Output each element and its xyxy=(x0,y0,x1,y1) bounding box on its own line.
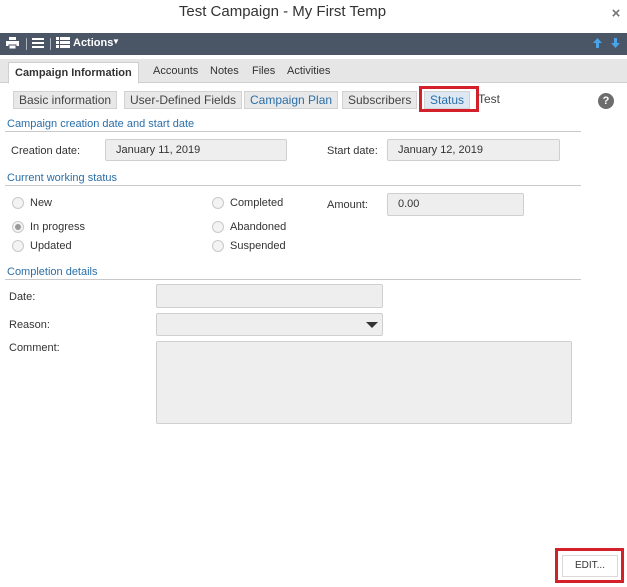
radio-label-suspended: Suspended xyxy=(230,240,286,252)
subtab-campaign-plan[interactable]: Campaign Plan xyxy=(244,91,339,109)
tab-campaign-information[interactable]: Campaign Information xyxy=(8,62,139,84)
status-tab-highlight xyxy=(419,86,479,112)
radio-label-completed: Completed xyxy=(230,197,284,209)
window-title: Test Campaign - My First Temp xyxy=(178,3,387,20)
radio-new[interactable] xyxy=(12,197,24,209)
section-divider xyxy=(5,131,581,132)
list-icon[interactable] xyxy=(32,37,44,52)
start-date-label: Start date: xyxy=(327,145,378,157)
radio-label-abandoned: Abandoned xyxy=(230,221,287,233)
creation-date-field[interactable]: January 11, 2019 xyxy=(105,139,287,161)
amount-field[interactable]: 0.00 xyxy=(387,193,524,216)
subtab-subscribers[interactable]: Subscribers xyxy=(342,91,418,109)
print-icon[interactable] xyxy=(6,37,19,53)
section-title-status: Current working status xyxy=(7,172,118,184)
radio-suspended[interactable] xyxy=(212,240,224,252)
tab-activities[interactable]: Activities xyxy=(283,63,334,83)
radio-abandoned[interactable] xyxy=(212,221,224,233)
comment-label: Comment: xyxy=(9,342,60,354)
help-icon[interactable]: ? xyxy=(598,93,614,109)
completion-date-field[interactable] xyxy=(156,284,383,308)
toolbar-divider xyxy=(50,38,51,50)
section-divider xyxy=(5,185,581,186)
radio-completed[interactable] xyxy=(212,197,224,209)
main-tab-bar: Campaign Information Accounts Notes File… xyxy=(0,59,627,84)
creation-date-label: Creation date: xyxy=(11,145,81,157)
tab-accounts[interactable]: Accounts xyxy=(149,63,202,83)
tab-notes[interactable]: Notes xyxy=(206,63,243,83)
start-date-field[interactable]: January 12, 2019 xyxy=(387,139,560,161)
amount-label: Amount: xyxy=(327,199,368,211)
radio-label-in-progress: In progress xyxy=(30,221,86,233)
arrow-down-icon[interactable] xyxy=(611,38,620,52)
arrow-up-icon[interactable] xyxy=(593,38,602,52)
actions-menu-icon[interactable] xyxy=(56,37,70,52)
toolbar: Actions ▼ xyxy=(0,33,627,55)
chevron-down-icon[interactable]: ▼ xyxy=(112,37,120,46)
completion-date-label: Date: xyxy=(9,291,36,303)
actions-menu-button[interactable]: Actions xyxy=(73,37,113,49)
radio-in-progress[interactable] xyxy=(12,221,24,233)
comment-textarea[interactable] xyxy=(156,341,572,424)
section-title-completion: Completion details xyxy=(7,266,98,278)
toolbar-divider xyxy=(26,38,27,50)
radio-updated[interactable] xyxy=(12,240,24,252)
radio-label-updated: Updated xyxy=(30,240,72,252)
section-divider xyxy=(5,279,581,280)
chevron-down-icon[interactable] xyxy=(366,322,378,328)
edit-button[interactable]: EDIT... xyxy=(562,555,618,577)
radio-label-new: New xyxy=(30,197,53,209)
subtab-basic-information[interactable]: Basic information xyxy=(13,91,118,109)
reason-select[interactable] xyxy=(156,313,383,336)
section-title-dates: Campaign creation date and start date xyxy=(7,118,195,130)
subtab-user-defined-fields[interactable]: User-Defined Fields xyxy=(124,91,243,109)
reason-label: Reason: xyxy=(9,319,50,331)
tab-files[interactable]: Files xyxy=(248,63,279,83)
close-icon[interactable]: × xyxy=(608,6,624,22)
subtab-test[interactable]: Test xyxy=(478,92,500,106)
